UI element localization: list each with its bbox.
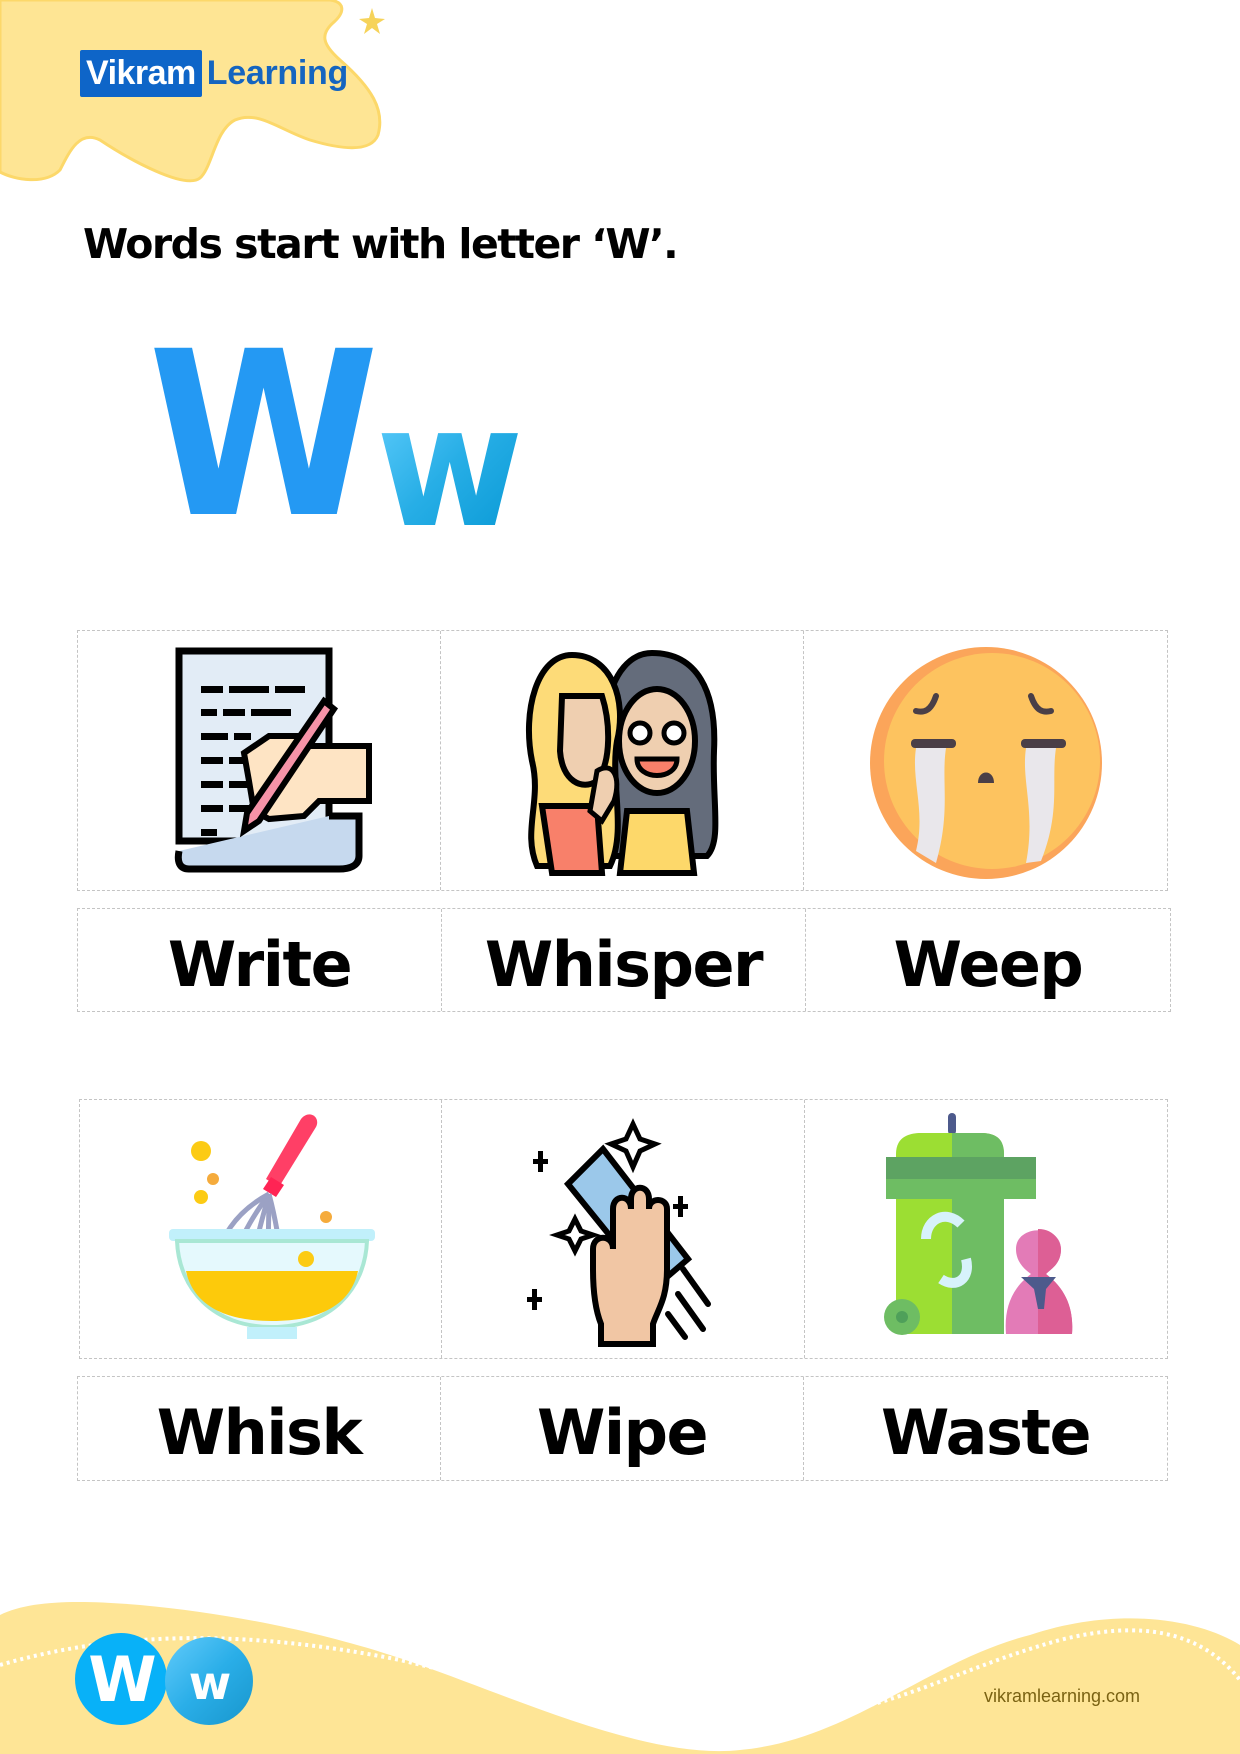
- word-label: Weep: [893, 927, 1084, 1001]
- footer-badge-lowercase: w: [165, 1637, 253, 1725]
- logo-text-learning: Learning: [206, 54, 348, 92]
- uppercase-letter: W: [148, 302, 379, 568]
- word-card: Whisk: [78, 1377, 441, 1480]
- page-title: Words start with letter ‘W’.: [83, 220, 679, 268]
- recycle-bin-icon: [805, 1100, 1167, 1358]
- word-card: Write: [78, 909, 442, 1011]
- lowercase-letter: w: [376, 369, 524, 565]
- image-row-2: [79, 1099, 1168, 1359]
- word-card: Waste: [804, 1377, 1167, 1480]
- word-card: Whisper: [442, 909, 806, 1011]
- website-link[interactable]: vikramlearning.com: [984, 1686, 1140, 1707]
- word-row-2: Whisk Wipe Waste: [77, 1376, 1168, 1481]
- word-label: Wipe: [536, 1396, 709, 1469]
- writing-hand-icon: [78, 631, 441, 890]
- word-label: Write: [167, 927, 353, 1001]
- vikram-learning-logo: Vikram Learning: [80, 50, 348, 97]
- word-label: Whisk: [156, 1396, 363, 1469]
- crying-face-icon: [804, 631, 1167, 890]
- word-label: Whisper: [484, 927, 764, 1001]
- image-row-1: [77, 630, 1168, 891]
- footer-badge-uppercase: W: [75, 1633, 167, 1725]
- word-card: Wipe: [441, 1377, 804, 1480]
- wiping-hand-icon: [442, 1100, 805, 1358]
- word-row-1: Write Whisper Weep: [77, 908, 1171, 1012]
- word-card: Weep: [806, 909, 1170, 1011]
- whisk-bowl-icon: [80, 1100, 443, 1358]
- whispering-girls-icon: [441, 631, 804, 890]
- word-label: Waste: [880, 1396, 1092, 1469]
- star-icon: [359, 8, 385, 34]
- logo-text-vikram: Vikram: [80, 50, 202, 97]
